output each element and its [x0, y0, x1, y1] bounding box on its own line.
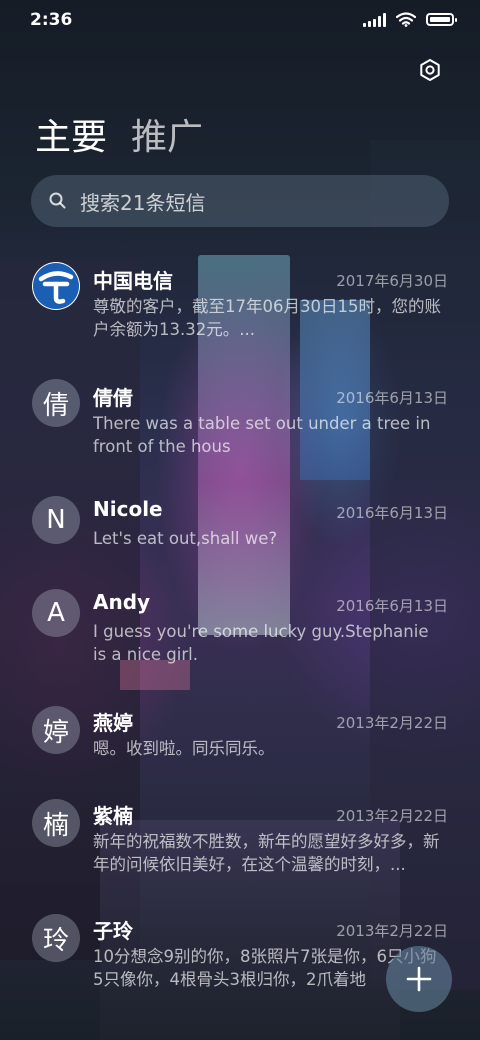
- message-tabs: 主要 推广: [35, 108, 203, 160]
- status-bar: 2:36: [0, 0, 480, 40]
- settings-icon: [420, 59, 440, 81]
- conversation-item[interactable]: 中国电信 2017年6月30日 尊敬的客户，截至17年06月30日15时，您的账…: [0, 262, 480, 362]
- settings-button[interactable]: [414, 54, 446, 86]
- message-date: 2013年2月22日: [336, 714, 448, 732]
- avatar: 楠: [32, 799, 80, 847]
- message-date: 2016年6月13日: [336, 597, 448, 615]
- message-snippet: Let's eat out,shall we?: [93, 529, 278, 548]
- contact-name: 倩倩: [93, 386, 133, 410]
- tab-promotions[interactable]: 推广: [131, 108, 203, 160]
- avatar: N: [32, 496, 80, 544]
- conversation-item[interactable]: 婷 燕婷 2013年2月22日 嗯。收到啦。同乐同乐。: [0, 706, 480, 786]
- wifi-icon: [396, 12, 416, 27]
- message-snippet: There was a table set out under a tree i…: [93, 414, 431, 456]
- message-snippet: 尊敬的客户，截至17年06月30日15时，您的账户余额为13.32元。...: [93, 297, 441, 339]
- avatar: 婷: [32, 706, 80, 754]
- status-icons: [363, 12, 457, 27]
- avatar: 倩: [32, 379, 80, 427]
- message-date: 2016年6月13日: [336, 389, 448, 407]
- avatar: 玲: [32, 914, 80, 962]
- status-time: 2:36: [30, 10, 73, 30]
- search-placeholder: 搜索21条短信: [80, 190, 206, 215]
- message-date: 2013年2月22日: [336, 922, 448, 940]
- contact-name: 紫楠: [93, 804, 133, 828]
- contact-name: 中国电信: [93, 269, 173, 293]
- tab-primary[interactable]: 主要: [35, 108, 107, 160]
- message-date: 2017年6月30日: [336, 272, 448, 290]
- avatar: A: [32, 589, 80, 637]
- message-date: 2013年2月22日: [336, 807, 448, 825]
- search-icon: [49, 192, 66, 209]
- china-telecom-logo-icon: [32, 262, 80, 310]
- compose-button[interactable]: [386, 946, 452, 1012]
- message-snippet: I guess you're some lucky guy.Stephanie …: [93, 622, 429, 664]
- search-bar[interactable]: 搜索21条短信: [31, 175, 449, 227]
- contact-name: 燕婷: [93, 711, 133, 735]
- contact-name: Nicole: [93, 497, 163, 521]
- message-date: 2016年6月13日: [336, 504, 448, 522]
- conversation-item[interactable]: N Nicole 2016年6月13日 Let's eat out,shall …: [0, 496, 480, 576]
- battery-icon: [426, 13, 457, 26]
- contact-name: Andy: [93, 590, 151, 614]
- conversation-item[interactable]: 倩 倩倩 2016年6月13日 There was a table set ou…: [0, 379, 480, 479]
- message-snippet: 新年的祝福数不胜数，新年的愿望好多好多，新年的问候依旧美好，在这个温馨的时刻，.…: [93, 832, 440, 874]
- conversation-item[interactable]: A Andy 2016年6月13日 I guess you're some lu…: [0, 589, 480, 689]
- message-snippet: 嗯。收到啦。同乐同乐。: [93, 739, 275, 758]
- conversation-item[interactable]: 楠 紫楠 2013年2月22日 新年的祝福数不胜数，新年的愿望好多好多，新年的问…: [0, 799, 480, 899]
- contact-name: 子玲: [93, 919, 133, 943]
- plus-icon: [406, 966, 432, 992]
- cellular-signal-icon: [363, 12, 386, 27]
